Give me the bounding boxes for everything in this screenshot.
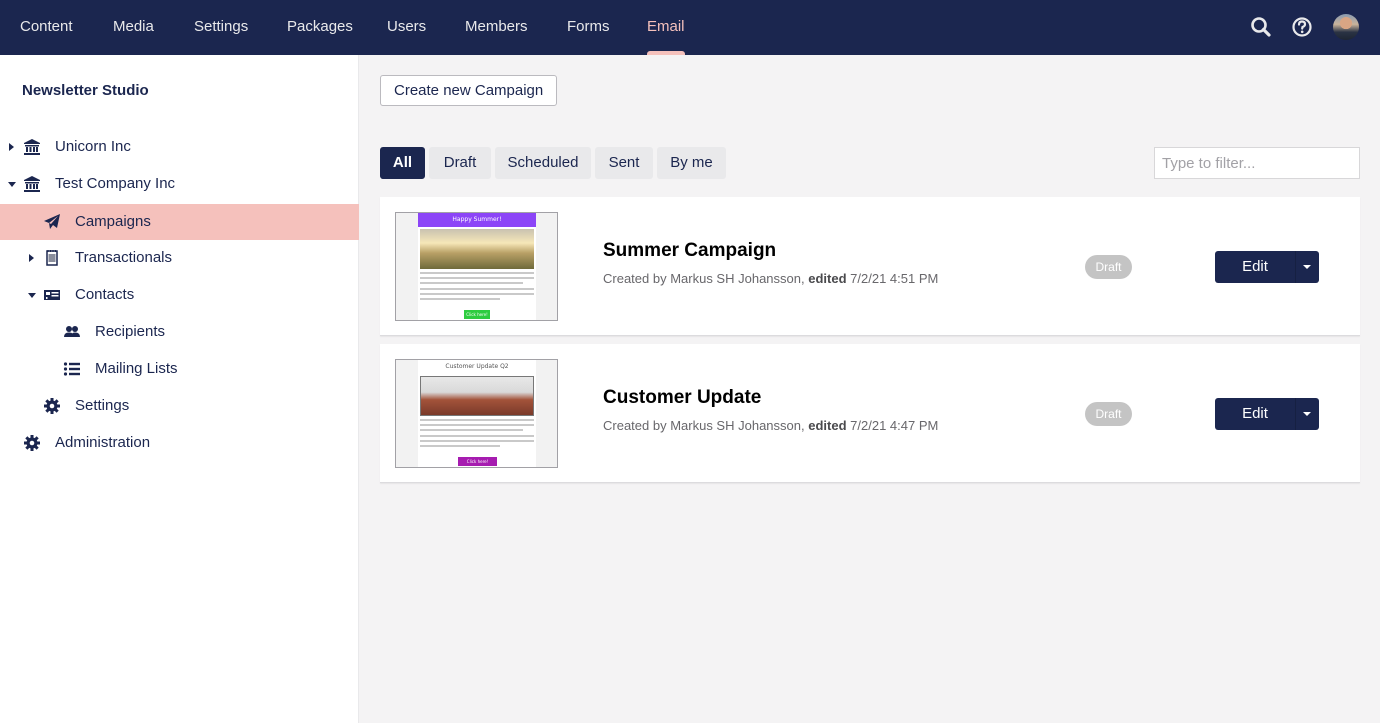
edit-button[interactable]: Edit	[1215, 251, 1295, 283]
chevron-down-icon[interactable]	[1295, 398, 1319, 430]
edited-time: 7/2/21 4:47 PM	[850, 418, 939, 433]
nav-email[interactable]: Email	[646, 0, 685, 55]
tree-label: Recipients	[95, 323, 166, 340]
id-card-icon	[43, 286, 61, 304]
campaign-thumbnail[interactable]: Customer Update Q2 Click here!	[395, 359, 558, 468]
thumbnail-page: Customer Update Q2 Click here!	[418, 360, 536, 467]
tree-item-transactionals[interactable]: Transactionals	[0, 240, 359, 276]
thumbnail-image	[420, 229, 534, 269]
nav-label: Email	[647, 18, 685, 35]
thumbnail-text	[420, 272, 534, 303]
tree-item-settings[interactable]: Settings	[0, 388, 359, 424]
nav-label: Forms	[567, 18, 610, 35]
nav-label: Packages	[287, 18, 353, 35]
campaign-card: Happy Summer! Click here! Summer Campaig…	[380, 197, 1360, 336]
sidebar-title: Newsletter Studio	[22, 82, 149, 99]
nav-label: Content	[20, 18, 73, 35]
caret-right-icon[interactable]	[9, 143, 14, 151]
tree-item-test-company-inc[interactable]: Test Company Inc	[0, 166, 359, 202]
top-navigation-bar: Content Media Settings Packages Users Me…	[0, 0, 1380, 55]
campaign-thumbnail[interactable]: Happy Summer! Click here!	[395, 212, 558, 321]
list-icon	[63, 360, 81, 378]
status-badge: Draft	[1085, 255, 1132, 279]
campaign-meta: Created by Markus SH Johansson, edited 7…	[603, 418, 938, 433]
campaign-title[interactable]: Customer Update	[603, 387, 761, 409]
nav-media[interactable]: Media	[113, 0, 154, 55]
filter-tab-draft[interactable]: Draft	[429, 147, 491, 179]
tree-label: Settings	[75, 397, 130, 414]
campaign-title[interactable]: Summer Campaign	[603, 240, 776, 262]
edited-label: edited	[808, 271, 847, 286]
filter-tab-sent[interactable]: Sent	[595, 147, 653, 179]
edit-button[interactable]: Edit	[1215, 398, 1295, 430]
nav-settings[interactable]: Settings	[194, 0, 248, 55]
nav-members[interactable]: Members	[465, 0, 528, 55]
institution-icon	[23, 138, 41, 156]
edited-time: 7/2/21 4:51 PM	[850, 271, 939, 286]
thumbnail-image	[420, 376, 534, 416]
created-by-text: Created by Markus SH Johansson,	[603, 271, 805, 286]
nav-packages[interactable]: Packages	[287, 0, 353, 55]
caret-right-icon[interactable]	[29, 254, 34, 262]
tree-item-administration[interactable]: Administration	[0, 425, 359, 461]
search-icon[interactable]	[1248, 14, 1274, 40]
thumbnail-text	[420, 419, 534, 450]
filter-tab-all[interactable]: All	[380, 147, 425, 179]
help-icon[interactable]	[1289, 14, 1315, 40]
gear-icon	[43, 397, 61, 415]
edited-label: edited	[808, 418, 847, 433]
main-content: Create new Campaign All Draft Scheduled …	[360, 55, 1380, 723]
chevron-down-icon[interactable]	[1295, 251, 1319, 283]
notepad-icon	[43, 249, 61, 267]
status-badge: Draft	[1085, 402, 1132, 426]
nav-label: Settings	[194, 18, 249, 35]
tree-item-unicorn-inc[interactable]: Unicorn Inc	[0, 129, 359, 165]
filter-tab-by-me[interactable]: By me	[657, 147, 726, 179]
thumbnail-header: Happy Summer!	[418, 213, 536, 227]
users-icon	[63, 323, 81, 341]
thumbnail-button: Click here!	[464, 310, 490, 319]
tree-item-mailing-lists[interactable]: Mailing Lists	[0, 351, 359, 387]
nav-users[interactable]: Users	[387, 0, 426, 55]
caret-down-icon[interactable]	[8, 182, 16, 187]
gear-icon	[23, 434, 41, 452]
campaign-card: Customer Update Q2 Click here! Customer …	[380, 344, 1360, 483]
nav-content[interactable]: Content	[20, 0, 73, 55]
tree-label: Test Company Inc	[55, 175, 176, 192]
nav-forms[interactable]: Forms	[567, 0, 610, 55]
tree-item-campaigns[interactable]: Campaigns	[0, 204, 359, 240]
edit-button-group: Edit	[1215, 251, 1319, 283]
nav-label: Users	[387, 18, 427, 35]
nav-label: Media	[113, 18, 154, 35]
thumbnail-header: Customer Update Q2	[418, 360, 536, 374]
user-avatar[interactable]	[1333, 14, 1359, 40]
filter-tab-scheduled[interactable]: Scheduled	[495, 147, 591, 179]
tree-label: Unicorn Inc	[55, 138, 131, 155]
campaign-meta: Created by Markus SH Johansson, edited 7…	[603, 271, 938, 286]
tree-item-recipients[interactable]: Recipients	[0, 314, 359, 350]
tree-label: Contacts	[75, 286, 135, 303]
thumbnail-page: Happy Summer! Click here!	[418, 213, 536, 320]
filter-input[interactable]	[1154, 147, 1360, 179]
caret-down-icon[interactable]	[28, 293, 36, 298]
paper-plane-icon	[43, 213, 61, 231]
tree-label: Transactionals	[75, 249, 172, 266]
create-campaign-button[interactable]: Create new Campaign	[380, 75, 558, 106]
institution-icon	[23, 175, 41, 193]
created-by-text: Created by Markus SH Johansson,	[603, 418, 805, 433]
tree-label: Mailing Lists	[95, 360, 178, 377]
tree-label: Administration	[55, 434, 151, 451]
edit-button-group: Edit	[1215, 398, 1319, 430]
tree-item-contacts[interactable]: Contacts	[0, 277, 359, 313]
sidebar: Newsletter Studio Unicorn Inc Test Compa…	[0, 55, 359, 723]
tree-label: Campaigns	[75, 213, 151, 230]
thumbnail-button: Click here!	[458, 457, 497, 466]
nav-label: Members	[465, 18, 528, 35]
